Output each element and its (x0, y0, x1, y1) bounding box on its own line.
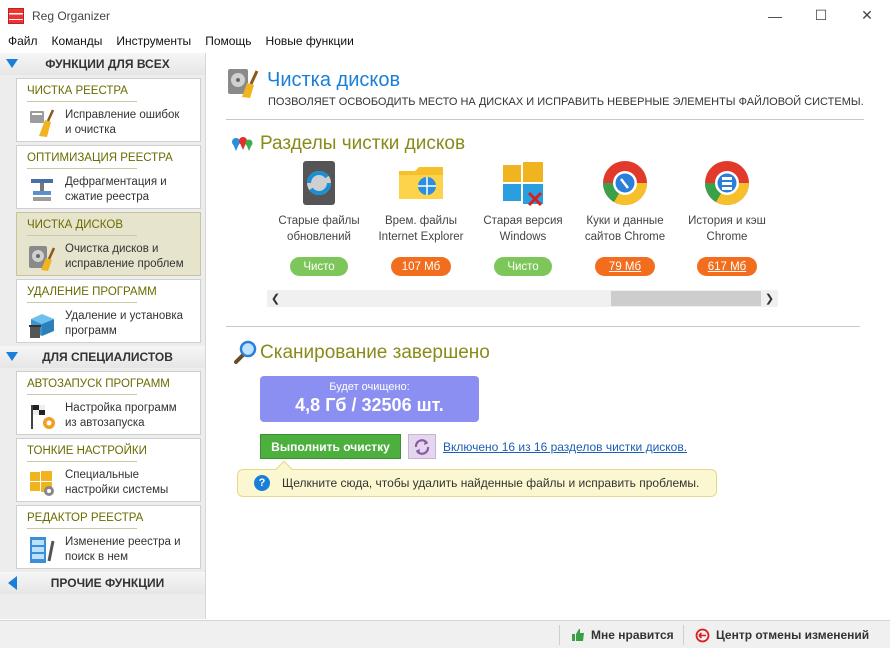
collapse-arrow-icon (6, 352, 18, 361)
chrome-cookie-icon (603, 161, 647, 205)
cleanup-sections: Старые файлы обновлений Чисто Врем. файлы… (268, 159, 778, 276)
help-icon: ? (254, 475, 270, 491)
registry-edit-icon (30, 537, 55, 563)
title-bar: Reg Organizer — ☐ ✕ (0, 0, 890, 31)
window-title: Reg Organizer (32, 8, 111, 23)
included-sections-link[interactable]: Включено 16 из 16 разделов чистки дисков… (443, 440, 687, 454)
broom-icon (30, 109, 55, 137)
scan-title: Сканирование завершено (260, 342, 490, 363)
tile-ie-temp-files[interactable]: Врем. файлы Internet Explorer 107 Мб (370, 159, 472, 276)
cleanup-summary: Будет очищено: 4,8 Гб / 32506 шт. (260, 376, 479, 422)
menu-help[interactable]: Помощь (205, 34, 251, 48)
run-cleanup-button[interactable]: Выполнить очистку (260, 434, 401, 459)
section-specialists[interactable]: ДЛЯ СПЕЦИАЛИСТОВ (0, 346, 205, 368)
horizontal-scrollbar[interactable]: ❮ ❯ (267, 290, 778, 307)
disk-broom-icon (228, 69, 259, 98)
maximize-button[interactable]: ☐ (798, 0, 844, 31)
tile-chrome-cookies[interactable]: Куки и данные сайтов Chrome 79 Мб (574, 159, 676, 276)
main-panel: Чистка дисков ПОЗВОЛЯЕТ ОСВОБОДИТЬ МЕСТО… (208, 53, 890, 619)
hint-tooltip[interactable]: ? Щелкните сюда, чтобы удалить найденные… (237, 460, 717, 497)
section-all-users[interactable]: ФУНКЦИИ ДЛЯ ВСЕХ (0, 53, 205, 75)
status-badge: Чисто (290, 257, 348, 276)
page-subtitle: ПОЗВОЛЯЕТ ОСВОБОДИТЬ МЕСТО НА ДИСКАХ И И… (268, 96, 864, 108)
box-trash-icon (29, 314, 54, 338)
magnifier-icon (234, 340, 257, 364)
tile-chrome-history[interactable]: История и кэш Chrome 617 Мб (676, 159, 778, 276)
status-bar: Мне нравится Центр отмены изменений (0, 620, 890, 648)
ie-folder-icon (399, 167, 443, 199)
size-badge[interactable]: 617 Мб (697, 257, 757, 276)
sections-title: Разделы чистки дисков (260, 133, 466, 154)
sidebar-item-registry-editor[interactable]: РЕДАКТОР РЕЕСТРА Изменение реестра и поис… (16, 505, 201, 569)
menu-file[interactable]: Файл (8, 34, 38, 48)
minimize-button[interactable]: — (752, 0, 798, 31)
sidebar-item-registry-cleanup[interactable]: ЧИСТКА РЕЕСТРА Исправление ошибок и очист… (16, 78, 201, 142)
sidebar-item-disk-cleanup[interactable]: ЧИСТКА ДИСКОВ Очистка дисков и исправлени… (16, 212, 201, 276)
page-title: Чистка дисков (267, 69, 401, 91)
status-badge: Чисто (494, 257, 552, 276)
map-pins-icon (232, 137, 253, 151)
press-icon (31, 179, 53, 201)
tile-windows-updates[interactable]: Старые файлы обновлений Чисто (268, 159, 370, 276)
sidebar-item-registry-optimization[interactable]: ОПТИМИЗАЦИЯ РЕЕСТРА Дефрагментация и сжат… (16, 145, 201, 209)
chrome-history-icon (705, 161, 749, 205)
size-badge[interactable]: 107 Мб (391, 257, 451, 276)
summary-value: 4,8 Гб / 32506 шт. (295, 395, 444, 415)
disk-broom-icon (29, 246, 56, 271)
windows-gear-icon (30, 471, 54, 496)
scroll-right-icon[interactable]: ❯ (761, 290, 778, 307)
flag-gear-icon (31, 405, 55, 429)
collapse-arrow-icon (6, 59, 18, 68)
refresh-icon (414, 438, 430, 455)
thumbs-up-icon (572, 629, 584, 641)
size-badge[interactable]: 79 Мб (595, 257, 655, 276)
menu-new-features[interactable]: Новые функции (266, 34, 354, 48)
scroll-thumb[interactable] (611, 291, 761, 306)
sidebar-item-fine-tuning[interactable]: ТОНКИЕ НАСТРОЙКИ Специальные настройки си… (16, 438, 201, 502)
like-button[interactable]: Мне нравится (571, 621, 674, 648)
sidebar-item-autostart[interactable]: АВТОЗАПУСК ПРОГРАММ Настройка программ из… (16, 371, 201, 435)
rescan-button[interactable] (408, 434, 436, 459)
menu-commands[interactable]: Команды (52, 34, 103, 48)
app-icon (8, 7, 24, 24)
windows-update-icon (303, 161, 335, 205)
sidebar-item-uninstall-programs[interactable]: УДАЛЕНИЕ ПРОГРАММ Удаление и установка пр… (16, 279, 201, 343)
expand-arrow-icon (8, 576, 17, 590)
windows-old-icon (503, 162, 543, 207)
sidebar: ФУНКЦИИ ДЛЯ ВСЕХ ЧИСТКА РЕЕСТРА Исправле… (0, 53, 206, 619)
section-other-functions[interactable]: ПРОЧИЕ ФУНКЦИИ (0, 572, 205, 594)
undo-center-icon (695, 628, 710, 642)
menu-tools[interactable]: Инструменты (116, 34, 191, 48)
undo-center-button[interactable]: Центр отмены изменений (695, 621, 869, 648)
tile-windows-old[interactable]: Старая версия Windows Чисто (472, 159, 574, 276)
menu-bar: Файл Команды Инструменты Помощь Новые фу… (0, 31, 890, 51)
scroll-left-icon[interactable]: ❮ (267, 290, 284, 307)
close-button[interactable]: ✕ (844, 0, 890, 31)
